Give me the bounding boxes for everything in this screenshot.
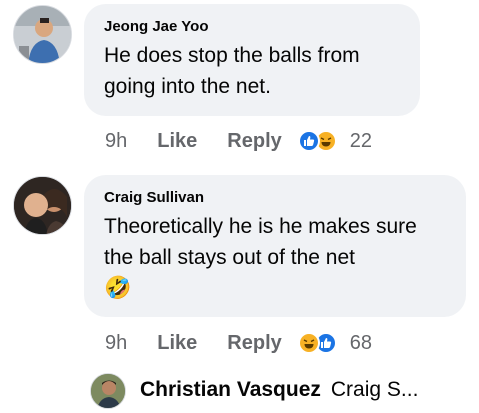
like-icon	[297, 130, 320, 152]
reply-text: Craig S...	[330, 378, 419, 401]
reply-preview[interactable]: Christian Vasquez Craig S...	[140, 378, 418, 402]
avatar[interactable]	[90, 373, 126, 409]
comment-actions: 9h Like Reply 68	[105, 329, 372, 357]
reply-author[interactable]: Christian Vasquez	[140, 378, 321, 402]
comment-text: Theoretically he is he makes sure the ba…	[104, 215, 417, 269]
comment-author[interactable]: Craig Sullivan	[104, 189, 448, 207]
avatar[interactable]	[13, 5, 72, 64]
reply-button[interactable]: Reply	[227, 332, 281, 355]
reaction-count[interactable]: 68	[350, 332, 372, 355]
profile-photo-icon	[14, 177, 71, 234]
avatar[interactable]	[13, 176, 72, 235]
comment-text: He does stop the balls from going into t…	[104, 44, 360, 98]
comment-timestamp[interactable]: 9h	[105, 332, 127, 355]
reaction-icons[interactable]	[297, 129, 342, 153]
reaction-icons[interactable]	[297, 331, 342, 355]
like-button[interactable]: Like	[157, 130, 197, 153]
haha-icon	[297, 332, 320, 354]
comment-author[interactable]: Jeong Jae Yoo	[104, 18, 402, 36]
like-button[interactable]: Like	[157, 332, 197, 355]
reaction-count[interactable]: 22	[350, 130, 372, 153]
comment-bubble: Jeong Jae Yoo He does stop the balls fro…	[84, 4, 420, 116]
comment-timestamp[interactable]: 9h	[105, 130, 127, 153]
comment-bubble: Craig Sullivan Theoretically he is he ma…	[84, 175, 466, 317]
profile-photo-icon	[91, 374, 125, 408]
profile-photo-icon	[14, 6, 71, 63]
comment-actions: 9h Like Reply 22	[105, 127, 372, 155]
laughing-emoji: 🤣	[104, 275, 132, 300]
reply-button[interactable]: Reply	[227, 130, 281, 153]
